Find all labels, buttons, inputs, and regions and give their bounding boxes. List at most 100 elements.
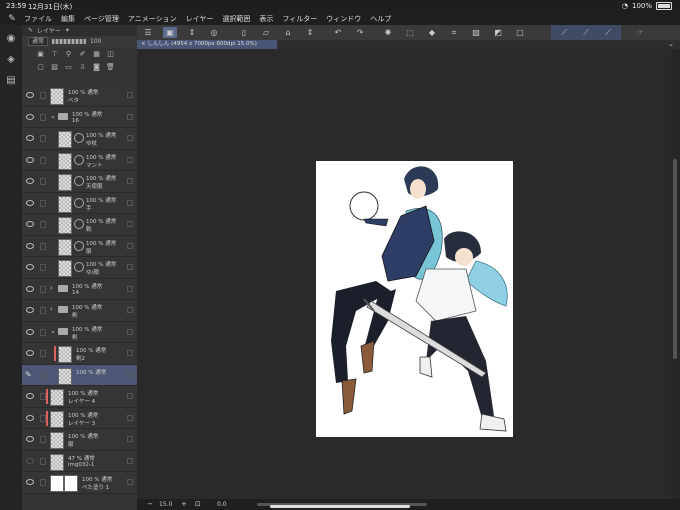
draft-icon[interactable]: ✐	[78, 50, 87, 58]
pin-icon[interactable]: ✦	[65, 27, 70, 34]
lock-icon[interactable]	[40, 457, 46, 465]
layer-row[interactable]: 47 % 通常 img032-1	[22, 450, 137, 472]
layer-menu-icon[interactable]	[127, 242, 133, 249]
transform-icon[interactable]: ⬚	[403, 27, 417, 38]
ruler-icon[interactable]: ⟋	[557, 27, 571, 38]
preview-icon[interactable]: ◎	[207, 27, 221, 38]
layer-menu-icon[interactable]	[127, 307, 133, 313]
undo-icon[interactable]: ↶	[331, 27, 345, 38]
layer-row[interactable]: 100 % 通常服	[22, 429, 137, 451]
lock-icon[interactable]	[40, 307, 46, 314]
eye-icon[interactable]	[26, 479, 34, 485]
menu-layer[interactable]: レイヤー	[186, 14, 214, 24]
layer-row[interactable]: 100 % 通常 天使服	[22, 171, 137, 193]
menu-filter[interactable]: フィルター	[282, 14, 317, 24]
hamburger-icon[interactable]: ☰	[141, 27, 155, 38]
layer-menu-icon[interactable]	[127, 414, 133, 421]
layer-menu-icon[interactable]	[127, 178, 133, 184]
layer-menu-icon[interactable]	[127, 436, 133, 442]
eye-icon[interactable]	[26, 199, 34, 206]
layer-menu-icon[interactable]	[127, 264, 133, 270]
palette-icon[interactable]: ◫	[106, 50, 115, 58]
eye-icon[interactable]	[26, 393, 34, 399]
chevron-down-icon[interactable]: ⌄	[50, 327, 56, 335]
save-icon[interactable]: ⌂	[281, 27, 295, 38]
menu-animation[interactable]: アニメーション	[128, 14, 177, 24]
app-logo-icon[interactable]: ✎	[0, 14, 24, 24]
ruler-special-icon[interactable]: ⟋	[601, 27, 615, 38]
layer-row[interactable]: 100 % 通常 剣2	[22, 343, 137, 365]
eye-icon[interactable]	[26, 436, 34, 442]
lock-icon[interactable]	[40, 242, 46, 250]
crop-icon[interactable]: ⌗	[447, 27, 461, 38]
pen-icon[interactable]: ✎	[28, 27, 33, 34]
menu-file[interactable]: ファイル	[24, 14, 52, 24]
layer-menu-icon[interactable]	[127, 113, 133, 120]
lock-icon[interactable]	[40, 135, 46, 142]
material-icon[interactable]: ▤	[5, 75, 17, 87]
layer-row[interactable]: 100 % 通常 ゆ杖	[22, 128, 137, 150]
zoom-out-icon[interactable]: −	[147, 500, 153, 508]
lock-icon[interactable]	[40, 436, 46, 443]
layer-menu-icon[interactable]	[127, 457, 133, 464]
clip-icon[interactable]: ⊤	[50, 50, 59, 58]
eye-icon[interactable]	[26, 285, 34, 292]
layer-menu-icon[interactable]	[127, 328, 133, 335]
eye-icon[interactable]	[26, 307, 34, 313]
expand-icon[interactable]: ▢	[513, 27, 527, 38]
lock-icon[interactable]	[40, 92, 46, 99]
eye-icon[interactable]	[26, 113, 34, 120]
layer-menu-icon[interactable]	[127, 92, 133, 98]
merge-icon[interactable]: ⇩	[78, 63, 87, 71]
zoom-in-icon[interactable]: +	[181, 500, 187, 508]
trash-icon[interactable]: 🗑	[106, 63, 115, 71]
fill-icon[interactable]: ◆	[425, 27, 439, 38]
scroll-thumb[interactable]	[673, 159, 677, 359]
lock-icon[interactable]	[40, 178, 46, 185]
opacity-slider[interactable]	[52, 39, 87, 44]
lock-icon[interactable]: ▣	[36, 50, 45, 58]
invert-icon[interactable]: ◩	[491, 27, 505, 38]
gesture-icon[interactable]: ☞	[633, 27, 647, 38]
lock-icon[interactable]	[40, 156, 46, 164]
layer-row[interactable]: 100 % 通常 ベた塗り 1	[22, 472, 137, 494]
menu-view[interactable]: 表示	[259, 14, 273, 24]
eye-icon[interactable]	[26, 350, 34, 356]
eye-icon[interactable]	[26, 328, 34, 335]
lock-icon[interactable]	[40, 221, 46, 228]
layer-row[interactable]: › 100 % 通常剣	[22, 300, 137, 322]
ruler-snap-icon[interactable]: ⟋	[579, 27, 593, 38]
eye-icon[interactable]	[26, 457, 34, 464]
deselect-icon[interactable]: ▨	[469, 27, 483, 38]
eye-icon[interactable]	[26, 264, 34, 270]
fit-icon[interactable]: ⊡	[195, 500, 201, 508]
layer-menu-icon[interactable]	[127, 350, 133, 356]
new-raster-layer-icon[interactable]: ▢	[36, 63, 45, 71]
lock-icon[interactable]	[40, 285, 46, 293]
layer-menu-icon[interactable]	[127, 221, 133, 227]
new-file-icon[interactable]: ▯	[237, 27, 251, 38]
layer-menu-icon[interactable]	[127, 479, 133, 485]
menu-page[interactable]: ページ管理	[84, 14, 119, 24]
eye-icon[interactable]	[26, 221, 34, 227]
new-folder-icon[interactable]: ▭	[64, 63, 73, 71]
canvas-tool-icon[interactable]: ▣	[163, 27, 177, 38]
layer-menu-icon[interactable]	[127, 285, 133, 292]
eye-icon[interactable]	[26, 92, 34, 98]
layer-menu-icon[interactable]	[127, 199, 133, 206]
layer-row[interactable]: 100 % 通常 レイヤー 3	[22, 407, 137, 429]
menu-help[interactable]: ヘルプ	[370, 14, 391, 24]
layer-row[interactable]: 100 % 通常 レイヤー 4	[22, 386, 137, 408]
eye-icon[interactable]	[26, 156, 34, 163]
lock-icon[interactable]	[40, 350, 46, 357]
eye-icon[interactable]	[26, 414, 34, 421]
layer-row[interactable]: ✎ 100 % 通常	[22, 364, 137, 386]
layer-row[interactable]: › 100 % 通常 14	[22, 278, 137, 300]
reference-icon[interactable]: ⚲	[64, 50, 73, 58]
mask-lock-icon[interactable]: ▦	[92, 50, 101, 58]
navigator-icon[interactable]: ◉	[5, 33, 17, 45]
eye-icon[interactable]	[26, 242, 34, 249]
lock-icon[interactable]	[40, 371, 46, 379]
layer-row[interactable]: 100 % 通常 ベタ	[22, 85, 137, 107]
chevron-down-icon[interactable]: ⌄	[668, 40, 674, 49]
